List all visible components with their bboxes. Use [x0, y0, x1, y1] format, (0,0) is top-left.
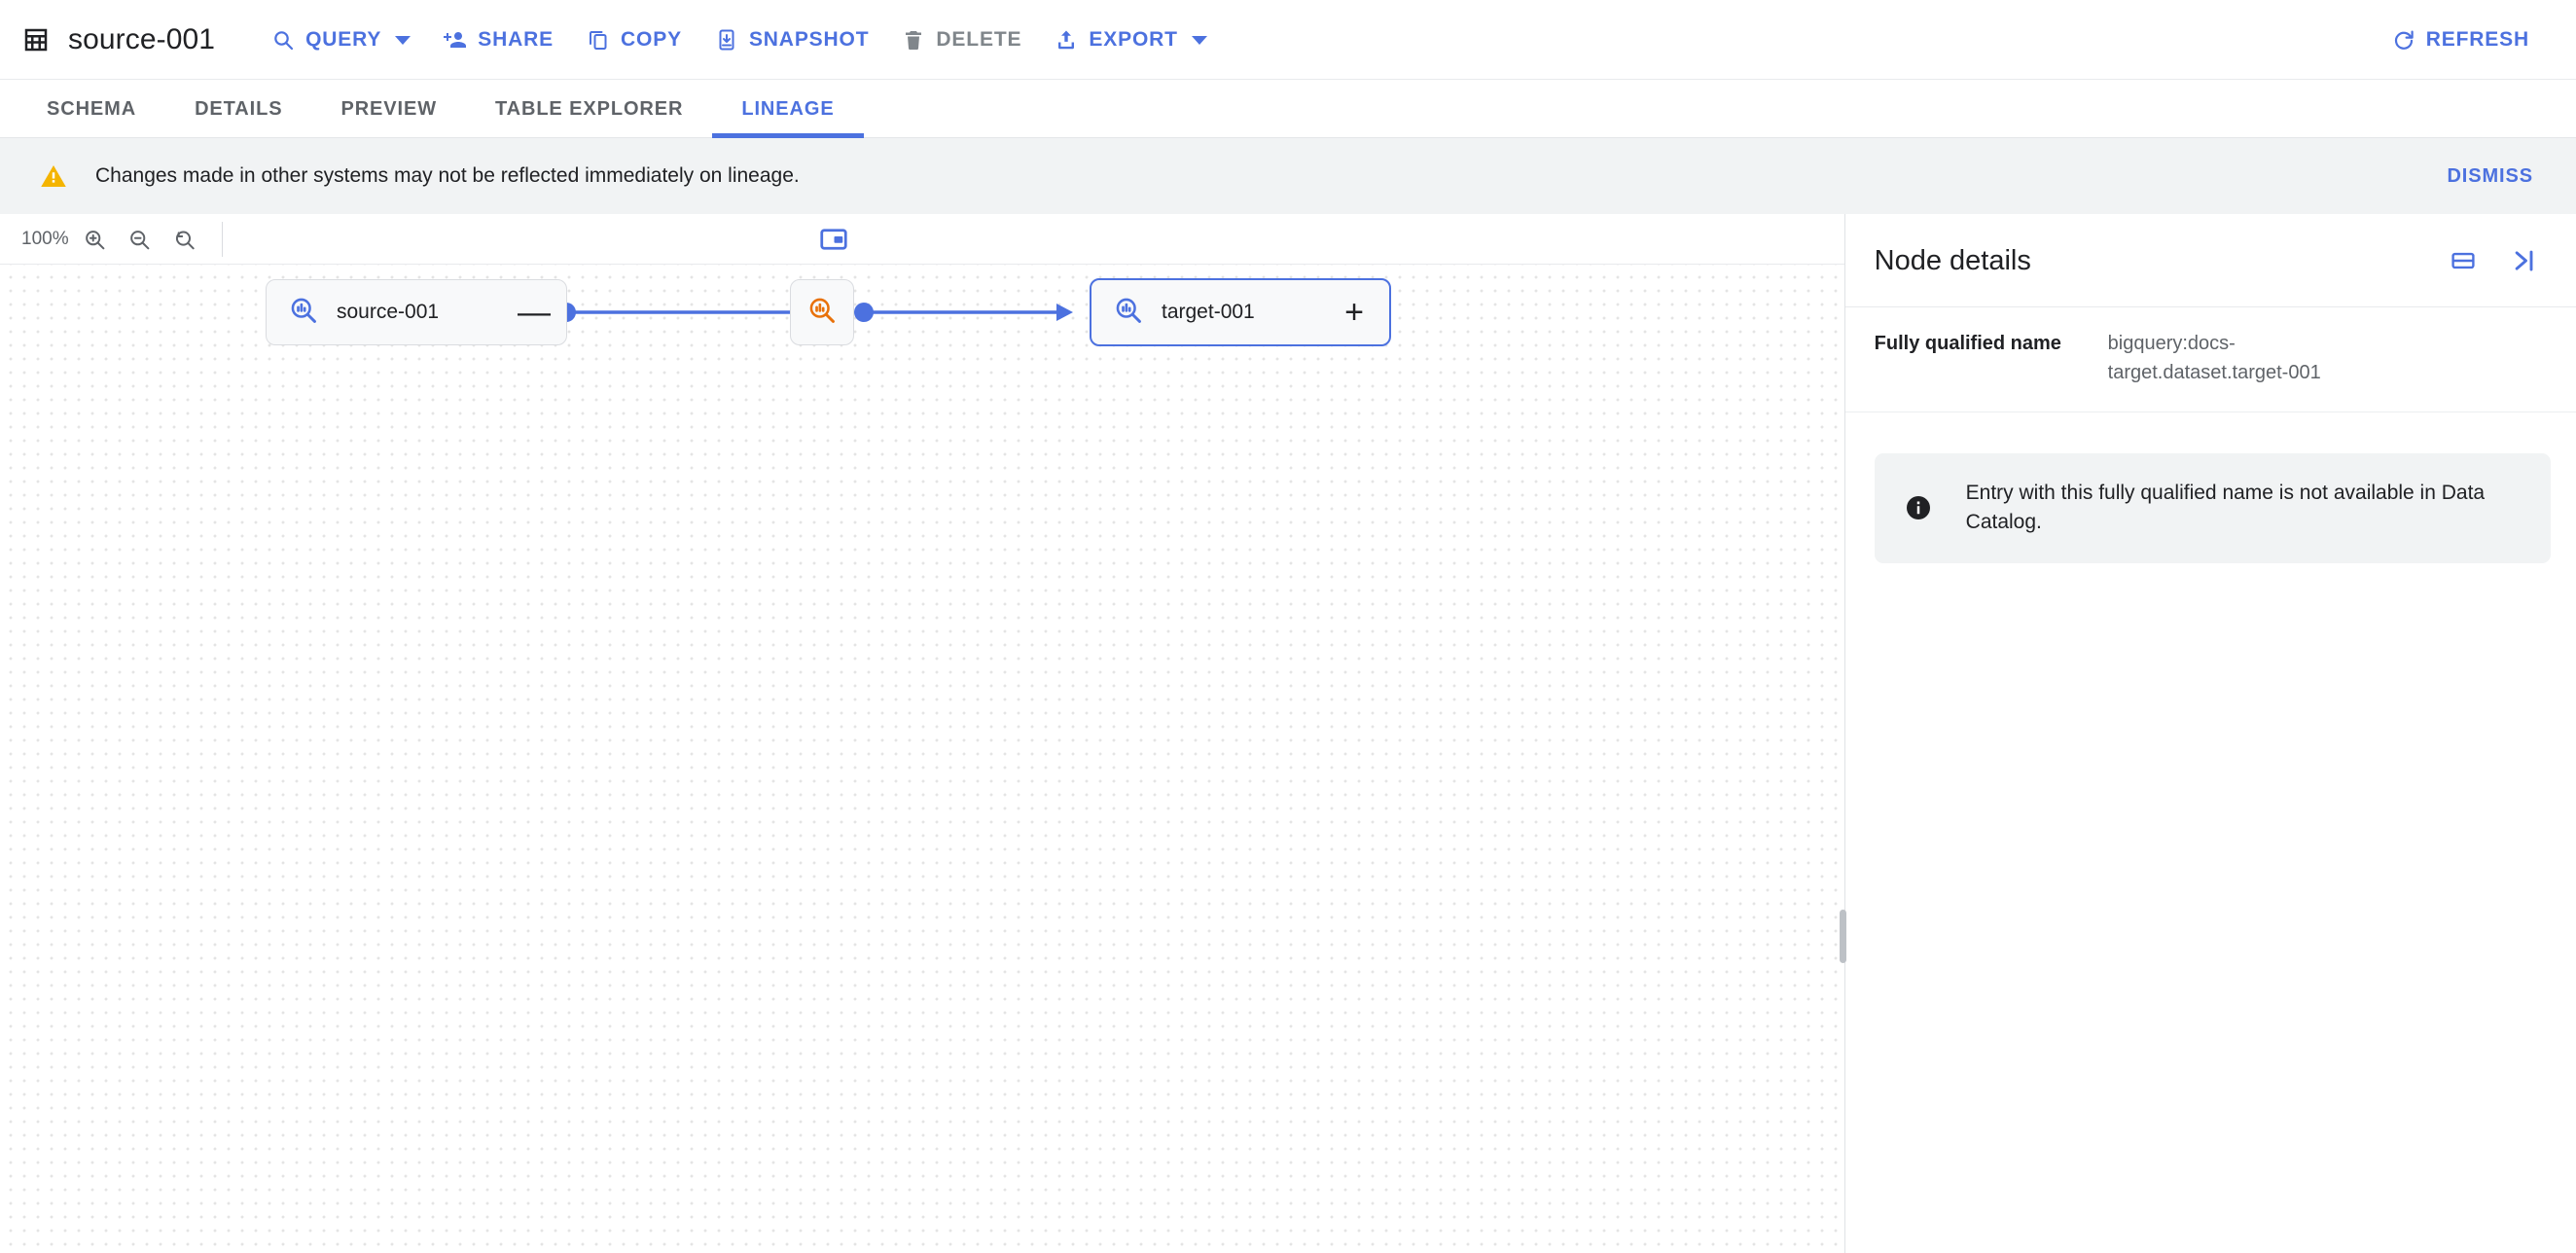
catalog-info-text: Entry with this fully qualified name is … [1965, 482, 2486, 534]
lineage-body: 100% source-001 — target-001 + Node deta… [0, 214, 2576, 1253]
zoom-reset-icon[interactable] [161, 217, 206, 262]
tab-table-explorer[interactable]: TABLE EXPLORER [466, 80, 712, 138]
zoom-out-icon[interactable] [117, 217, 161, 262]
canvas-toolbar: 100% [0, 214, 1844, 265]
zoom-in-icon[interactable] [72, 217, 117, 262]
copy-button-label: COPY [621, 28, 682, 51]
detail-value: bigquery:docs-target.dataset.target-001 [2107, 333, 2321, 383]
query-button[interactable]: QUERY [258, 15, 424, 65]
node-details-panel: Node details Fully qualified name bigque… [1839, 214, 2576, 1253]
data-search-icon [806, 295, 838, 331]
copy-icon [587, 28, 610, 52]
data-search-icon [288, 295, 319, 331]
node-details-header: Node details [1844, 214, 2576, 307]
tab-lineage[interactable]: LINEAGE [712, 80, 864, 138]
graph-node-source[interactable]: source-001 — [266, 279, 567, 345]
warning-icon [39, 161, 68, 191]
node-details-actions [2444, 241, 2543, 280]
detail-key: Fully qualified name [1874, 333, 2061, 354]
panel-resize-handle[interactable] [1839, 910, 1846, 963]
edge-arrow [1056, 304, 1073, 321]
search-icon [271, 28, 295, 52]
node-details-title: Node details [1874, 244, 2031, 276]
catalog-info-card: Entry with this fully qualified name is … [1874, 453, 2551, 563]
share-button[interactable]: SHARE [430, 15, 567, 65]
delete-button-label: DELETE [936, 28, 1022, 51]
table-icon [21, 25, 51, 54]
tab-preview[interactable]: PREVIEW [311, 80, 466, 138]
graph-node-target-label: target-001 [1162, 301, 1255, 323]
person-add-icon [444, 28, 467, 52]
tab-details[interactable]: DETAILS [165, 80, 311, 138]
graph-node-process[interactable] [790, 279, 854, 345]
delete-button[interactable]: DELETE [888, 15, 1035, 65]
data-search-icon [1113, 295, 1144, 331]
query-button-label: QUERY [305, 28, 382, 51]
snapshot-button[interactable]: SNAPSHOT [701, 15, 882, 65]
dismiss-button[interactable]: DISMISS [2433, 156, 2547, 197]
trash-icon [902, 28, 925, 52]
export-button-label: EXPORT [1089, 28, 1178, 51]
snapshot-button-label: SNAPSHOT [748, 28, 870, 51]
tab-schema[interactable]: SCHEMA [18, 80, 165, 138]
snapshot-icon [715, 28, 738, 52]
zoom-level-label: 100% [21, 229, 69, 249]
info-icon [1904, 493, 1933, 522]
copy-button[interactable]: COPY [573, 15, 696, 65]
share-button-label: SHARE [478, 28, 555, 51]
lineage-canvas[interactable]: source-001 — target-001 + [0, 265, 1844, 1253]
chevron-down-icon [395, 35, 411, 45]
refresh-icon [2392, 28, 2415, 52]
graph-node-source-collapse-button[interactable]: — [518, 296, 551, 329]
page-title: source-001 [68, 23, 216, 55]
refresh-button-label: REFRESH [2425, 28, 2529, 51]
upload-icon [1055, 28, 1078, 52]
collapse-right-icon[interactable] [2504, 241, 2543, 280]
lineage-graph-column: 100% source-001 — target-001 + [0, 214, 1844, 1253]
edge-start-dot [854, 303, 874, 322]
lineage-notice-banner: Changes made in other systems may not be… [0, 138, 2576, 214]
graph-node-target-expand-button[interactable]: + [1341, 296, 1368, 329]
graph-node-source-label: source-001 [337, 301, 440, 323]
minimap-icon[interactable] [811, 217, 856, 262]
detail-row: Fully qualified name bigquery:docs-targe… [1844, 307, 2576, 412]
header-action-bar: QUERY SHARE COPY SNAPSHOT DELETE EXPORT [258, 15, 1227, 65]
app-header: source-001 QUERY SHARE COPY SNAPSHOT DEL… [0, 0, 2576, 80]
banner-message: Changes made in other systems may not be… [95, 164, 800, 187]
refresh-button[interactable]: REFRESH [2379, 15, 2543, 65]
graph-node-target[interactable]: target-001 + [1090, 278, 1391, 346]
split-panel-icon[interactable] [2444, 241, 2483, 280]
tab-bar: SCHEMA DETAILS PREVIEW TABLE EXPLORER LI… [0, 80, 2576, 138]
chevron-down-icon [1191, 35, 1207, 45]
lineage-edges [556, 303, 1073, 322]
toolbar-divider [222, 222, 223, 257]
export-button[interactable]: EXPORT [1041, 15, 1220, 65]
